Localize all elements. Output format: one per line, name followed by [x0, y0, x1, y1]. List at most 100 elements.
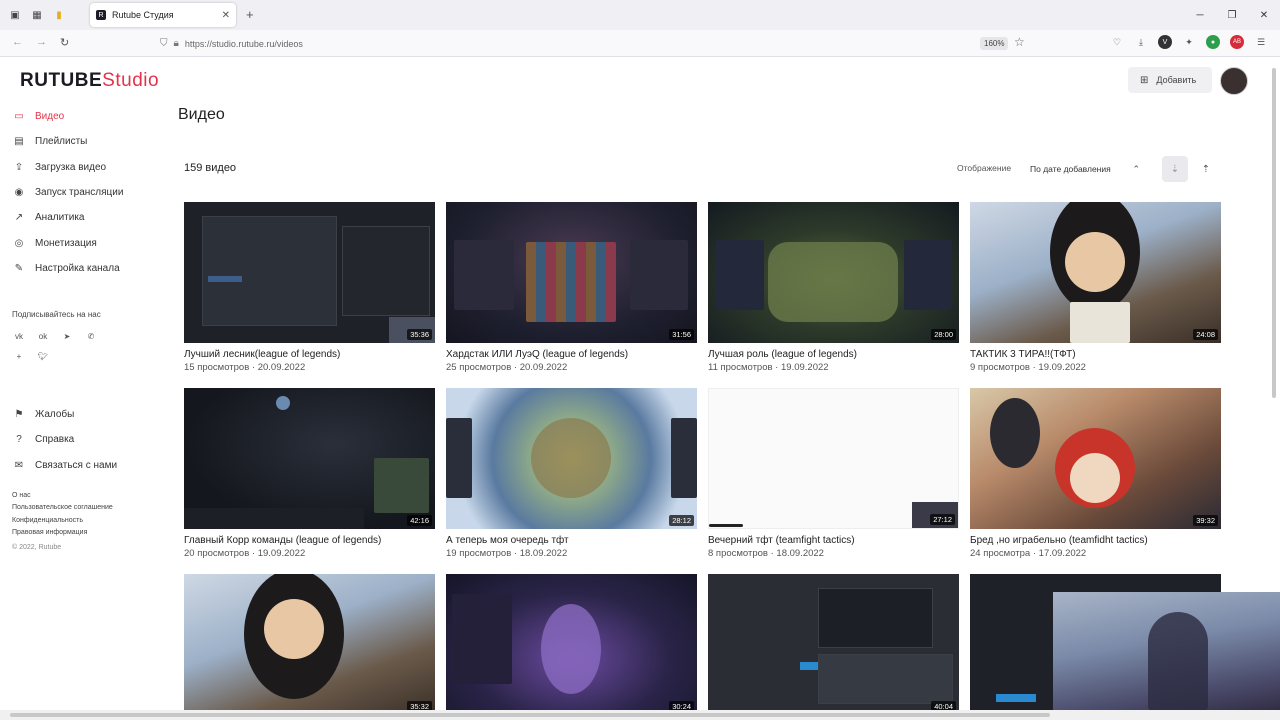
video-thumbnail[interactable]: 31:56	[446, 202, 697, 343]
video-title[interactable]: Лучший лесник(league of legends)	[184, 349, 435, 360]
downloads-icon[interactable]: ⤓	[1134, 35, 1148, 49]
footer-agreement-link[interactable]: Пользовательское соглашение	[12, 502, 113, 514]
display-label: Отображение	[957, 163, 1012, 173]
rutube-studio-logo[interactable]: RUTUBEStudio	[20, 70, 159, 92]
video-thumbnail[interactable]: 39:32	[970, 388, 1221, 529]
close-tab-icon[interactable]: ✕	[222, 10, 230, 21]
extension-icon[interactable]: ✦	[1182, 35, 1196, 49]
add-box-icon: ⊞	[1140, 74, 1149, 86]
video-title[interactable]: ТАКТИК 3 ТИРА!!(ТФТ)	[970, 349, 1221, 360]
video-thumbnail[interactable]: 27:12	[708, 388, 959, 529]
video-title[interactable]: Хардстак ИЛИ ЛуэQ (league of legends)	[446, 349, 697, 360]
video-card[interactable]: 27:12 Вечерний тфт (teamfight tactics) 8…	[708, 388, 959, 559]
video-meta: 11 просмотров · 19.09.2022	[708, 362, 829, 373]
video-card[interactable]: 28:00 Лучшая роль (league of legends) 11…	[708, 202, 959, 373]
video-meta: 19 просмотров · 18.09.2022	[446, 548, 568, 559]
sidebar-item-upload[interactable]: ⇪ Загрузка видео	[12, 155, 162, 180]
video-thumbnail[interactable]: 28:00	[708, 202, 959, 343]
extension-v-icon[interactable]: V	[1158, 35, 1172, 49]
add-social-icon[interactable]: +	[12, 349, 26, 363]
sidebar-item-analytics[interactable]: ↗ Аналитика	[12, 205, 162, 230]
sort-ascending-button[interactable]: ⇡	[1193, 156, 1219, 182]
video-duration: 27:12	[930, 514, 955, 525]
video-card[interactable]: 28:12 А теперь моя очередь тфт 19 просмо…	[446, 388, 697, 559]
url-text: https://studio.rutube.ru/videos	[184, 38, 303, 49]
horizontal-scrollbar[interactable]	[0, 710, 1280, 720]
address-bar[interactable]: ⛉ 🔒︎ https://studio.rutube.ru/videos	[150, 33, 1040, 54]
sidebar-item-broadcast[interactable]: ◉ Запуск трансляции	[12, 180, 162, 205]
page-title: Видео	[178, 106, 225, 123]
video-card[interactable]: 42:16 Главный Корр команды (league of le…	[184, 388, 435, 559]
footer-legal-link[interactable]: Правовая информация	[12, 527, 113, 539]
video-title[interactable]: Бред ,но играбельно (teamfidht tactics)	[970, 535, 1221, 546]
video-thumbnail[interactable]: 24:08	[970, 202, 1221, 343]
video-thumbnail[interactable]: 35:36	[184, 202, 435, 343]
video-card[interactable]: 35:32	[184, 574, 435, 715]
maximize-icon[interactable]: ❐	[1216, 0, 1248, 30]
video-thumbnail[interactable]: 28:12	[446, 388, 697, 529]
pip-video-overlay[interactable]	[1053, 592, 1280, 720]
add-button[interactable]: ⊞ Добавить	[1128, 67, 1212, 93]
sort-select[interactable]: По дате добавления ⌃	[1024, 156, 1148, 182]
bookmark-star-icon[interactable]: ☆	[1014, 35, 1025, 49]
new-tab-icon[interactable]: +	[246, 7, 254, 22]
video-thumbnail[interactable]: 40:04	[708, 574, 959, 715]
footer-about-link[interactable]: О нас	[12, 490, 113, 502]
back-icon[interactable]: ←	[12, 36, 23, 48]
settings-icon: ✎	[14, 262, 24, 274]
pinned-tab-icon[interactable]: ▣	[4, 0, 26, 30]
telegram-icon[interactable]: ➤	[60, 329, 74, 343]
video-title[interactable]: А теперь моя очередь тфт	[446, 535, 697, 546]
video-duration: 31:56	[669, 329, 694, 340]
reload-icon[interactable]: ↻	[60, 36, 69, 49]
video-title[interactable]: Вечерний тфт (teamfight tactics)	[708, 535, 959, 546]
pinned-tab-icon[interactable]: ▮	[48, 0, 70, 30]
video-card[interactable]: 24:08 ТАКТИК 3 ТИРА!!(ТФТ) 9 просмотров …	[970, 202, 1221, 373]
footer-privacy-link[interactable]: Конфиденциальность	[12, 515, 113, 527]
video-meta: 15 просмотров · 20.09.2022	[184, 362, 306, 373]
extension-green-icon[interactable]: ●	[1206, 35, 1220, 49]
pocket-icon[interactable]: ♡	[1110, 35, 1124, 49]
video-count: 159 видео	[184, 162, 237, 174]
video-card[interactable]: 35:36 Лучший лесник(league of legends) 1…	[184, 202, 435, 373]
sidebar-item-complaints[interactable]: ⚑ Жалобы	[12, 402, 162, 427]
sidebar-nav: ▭ Видео ▤ Плейлисты ⇪ Загрузка видео ◉ Запус…	[12, 104, 162, 281]
sidebar-item-help[interactable]: ? Справка	[12, 427, 162, 452]
sidebar-item-videos[interactable]: ▭ Видео	[12, 104, 162, 129]
playlist-icon: ▤	[14, 136, 24, 148]
video-thumbnail[interactable]: 35:32	[184, 574, 435, 715]
sort-descending-button[interactable]: ⇣	[1162, 156, 1188, 182]
video-title[interactable]: Главный Корр команды (league of legends)	[184, 535, 435, 546]
monetization-icon: ◎	[14, 237, 24, 249]
browser-tab[interactable]: R Rutube Студия ✕	[90, 3, 236, 27]
video-meta: 9 просмотров · 19.09.2022	[970, 362, 1086, 373]
vertical-scrollbar[interactable]	[1270, 58, 1278, 710]
sidebar-item-monetization[interactable]: ◎ Монетизация	[12, 230, 162, 255]
sidebar-item-playlists[interactable]: ▤ Плейлисты	[12, 129, 162, 154]
close-window-icon[interactable]: ✕	[1248, 0, 1280, 30]
vk-icon[interactable]: vk	[12, 329, 26, 343]
video-card[interactable]: 30:24	[446, 574, 697, 715]
video-card[interactable]: 39:32 Бред ,но играбельно (teamfidht tac…	[970, 388, 1221, 559]
twitter-icon[interactable]: 🐦︎	[36, 349, 50, 363]
video-thumbnail[interactable]: 42:16	[184, 388, 435, 529]
video-duration: 42:16	[407, 515, 432, 526]
zoom-level[interactable]: 160%	[980, 37, 1009, 50]
odnoklassniki-icon[interactable]: ok	[36, 329, 50, 343]
pinned-tab-icon[interactable]: ▦	[26, 0, 48, 30]
video-card[interactable]: 40:04	[708, 574, 959, 715]
minimize-icon[interactable]: ─	[1184, 0, 1216, 30]
sidebar-item-channel-settings[interactable]: ✎ Настройка канала	[12, 256, 162, 281]
mail-icon: ✉	[14, 459, 24, 471]
social-links: vk ok ➤ ✆ + 🐦︎	[12, 329, 112, 363]
video-title[interactable]: Лучшая роль (league of legends)	[708, 349, 959, 360]
video-thumbnail[interactable]: 30:24	[446, 574, 697, 715]
menu-icon[interactable]: ☰	[1254, 35, 1268, 49]
viber-icon[interactable]: ✆	[84, 329, 98, 343]
avatar[interactable]	[1220, 67, 1248, 95]
extension-red-icon[interactable]: AB	[1230, 35, 1244, 49]
sidebar-item-contact[interactable]: ✉ Связаться с нами	[12, 453, 162, 478]
forward-icon[interactable]: →	[36, 36, 47, 48]
browser-tabbar: ▣ ▦ ▮ R Rutube Студия ✕ + ─ ❐ ✕	[0, 0, 1280, 30]
video-card[interactable]: 31:56 Хардстак ИЛИ ЛуэQ (league of legen…	[446, 202, 697, 373]
